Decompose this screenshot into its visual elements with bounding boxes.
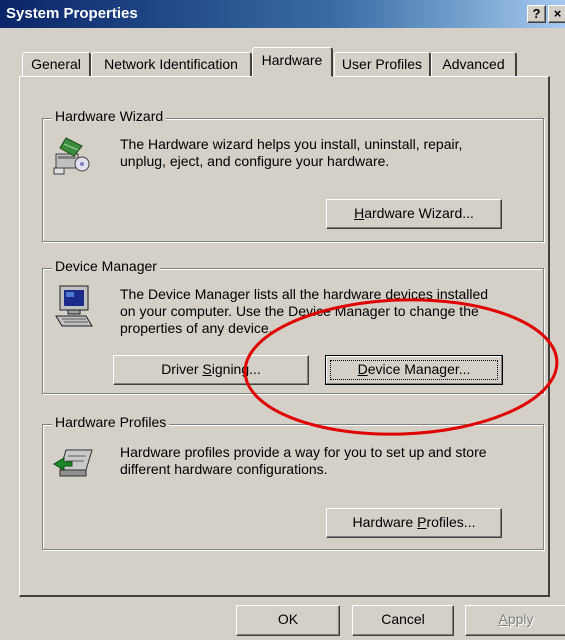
title-bar[interactable]: System Properties ? × xyxy=(0,0,565,28)
help-button[interactable]: ? xyxy=(527,5,546,23)
device-manager-group-label: Device Manager xyxy=(52,258,160,274)
cancel-button[interactable]: Cancel xyxy=(352,605,454,636)
hardware-profiles-description-line-2: different hardware configurations. xyxy=(120,461,328,477)
apply-button[interactable]: Apply xyxy=(465,605,565,636)
window-title: System Properties xyxy=(6,5,138,22)
hardware-wizard-description-line-2: unplug, eject, and configure your hardwa… xyxy=(120,153,390,169)
button-label-prefix: Driver xyxy=(161,361,203,377)
focus-ring xyxy=(330,360,498,380)
driver-signing-button[interactable]: Driver Signing... xyxy=(113,355,309,385)
hardware-wizard-button[interactable]: Hardware Wizard... xyxy=(326,199,502,229)
device-manager-description-line-3: properties of any device. xyxy=(120,320,273,336)
hardware-wizard-icon xyxy=(53,137,90,175)
tab-label: General xyxy=(31,56,81,72)
button-mnemonic: S xyxy=(202,361,212,377)
tab-user-profiles[interactable]: User Profiles xyxy=(334,52,431,77)
button-label-suffix: pply xyxy=(507,611,534,627)
cancel-button-label: Cancel xyxy=(381,611,425,627)
button-label-suffix: ardware Wizard... xyxy=(364,205,474,221)
ok-button-label: OK xyxy=(277,611,299,627)
hardware-profiles-group-label: Hardware Profiles xyxy=(52,414,170,430)
device-manager-description-line-2: on your computer. Use the Device Manager… xyxy=(120,303,479,319)
tab-label: Network Identification xyxy=(104,56,238,72)
button-mnemonic: H xyxy=(354,205,365,221)
tab-label: Advanced xyxy=(442,56,505,72)
tab-general[interactable]: General xyxy=(22,52,91,77)
hardware-wizard-description-line-1: The Hardware wizard helps you install, u… xyxy=(120,136,463,152)
tab-advanced[interactable]: Advanced xyxy=(431,52,517,77)
close-button[interactable]: × xyxy=(548,5,565,23)
tab-join xyxy=(252,76,332,78)
tab-label: Hardware xyxy=(261,52,323,68)
hardware-profiles-description-line-1: Hardware profiles provide a way for you … xyxy=(120,444,487,460)
tab-network-identification[interactable]: Network Identification xyxy=(91,52,252,77)
button-label-suffix: rofiles... xyxy=(426,514,476,530)
hardware-profiles-button[interactable]: Hardware Profiles... xyxy=(326,508,502,538)
computer-icon xyxy=(55,285,93,327)
hardware-profile-icon xyxy=(53,449,93,477)
tab-label: User Profiles xyxy=(341,56,423,72)
device-manager-button[interactable]: Device Manager... xyxy=(325,355,503,385)
tab-hardware[interactable]: Hardware xyxy=(252,47,333,77)
hardware-wizard-group-label: Hardware Wizard xyxy=(52,108,167,124)
button-mnemonic: A xyxy=(498,611,508,627)
device-manager-description-line-1: The Device Manager lists all the hardwar… xyxy=(120,286,489,302)
button-label-prefix: Hardware xyxy=(352,514,418,530)
ok-button[interactable]: OK xyxy=(236,605,340,636)
button-label-suffix: igning... xyxy=(211,361,261,377)
